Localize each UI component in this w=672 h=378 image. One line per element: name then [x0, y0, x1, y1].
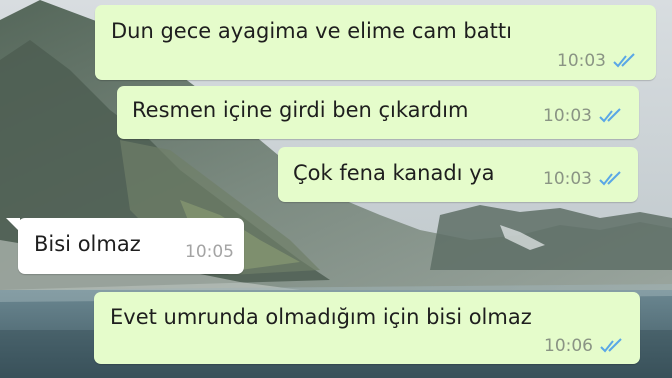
- message-text: Resmen içine girdi ben çıkardım: [132, 98, 469, 122]
- message-text: Çok fena kanadı ya: [293, 161, 495, 185]
- message-time: 10:03: [543, 106, 592, 126]
- double-check-read-icon: [599, 171, 621, 186]
- outgoing-message[interactable]: Evet umrunda olmadığım için bisi olmaz 1…: [94, 292, 640, 364]
- bubble-tail: [6, 218, 20, 232]
- message-time: 10:05: [185, 242, 234, 262]
- message-text: Bisi olmaz: [34, 232, 141, 256]
- double-check-read-icon: [613, 53, 635, 68]
- double-check-read-icon: [599, 108, 621, 123]
- outgoing-message[interactable]: Resmen içine girdi ben çıkardım 10:03: [117, 86, 639, 139]
- incoming-message[interactable]: Bisi olmaz 10:05: [6, 218, 244, 274]
- message-text: Dun gece ayagima ve elime cam battı: [111, 19, 512, 43]
- outgoing-message[interactable]: Çok fena kanadı ya 10:03: [278, 147, 638, 202]
- message-meta: 10:03: [557, 51, 640, 71]
- double-check-read-icon: [600, 338, 622, 353]
- message-meta: 10:05: [185, 242, 234, 262]
- message-time: 10:06: [544, 336, 593, 356]
- outgoing-message[interactable]: Dun gece ayagima ve elime cam battı 10:0…: [95, 5, 656, 80]
- message-meta: 10:03: [543, 169, 626, 189]
- message-time: 10:03: [557, 51, 606, 71]
- message-meta: 10:03: [543, 106, 626, 126]
- message-meta: 10:06: [544, 336, 627, 356]
- message-text: Evet umrunda olmadığım için bisi olmaz: [110, 305, 532, 329]
- message-time: 10:03: [543, 169, 592, 189]
